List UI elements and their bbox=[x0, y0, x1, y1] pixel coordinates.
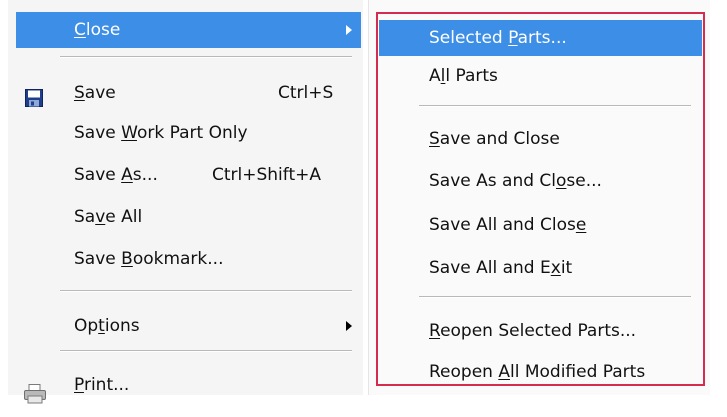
submenu-item-save-all-and-exit[interactable]: Save All and Exit bbox=[379, 250, 702, 286]
menu-separator bbox=[419, 105, 691, 107]
menu-separator bbox=[419, 296, 691, 298]
submenu-item-save-as-and-close[interactable]: Save As and Close... bbox=[379, 163, 702, 199]
submenu-item-save-all-and-close[interactable]: Save All and Close bbox=[379, 207, 702, 243]
submenu-item-save-and-close-label: Save and Close bbox=[429, 129, 560, 149]
submenu-item-selected-parts[interactable]: Selected Parts... bbox=[379, 20, 702, 56]
submenu-item-save-as-and-close-label: Save As and Close... bbox=[429, 171, 602, 191]
submenu-item-selected-parts-label: Selected Parts... bbox=[429, 28, 567, 48]
menu-item-save[interactable]: Save Ctrl+S bbox=[16, 75, 361, 111]
close-submenu: Selected Parts... All Parts Save and Clo… bbox=[368, 0, 710, 395]
submenu-item-save-and-close[interactable]: Save and Close bbox=[379, 121, 702, 157]
submenu-item-reopen-selected-parts-label: Reopen Selected Parts... bbox=[429, 321, 637, 341]
menu-item-options[interactable]: Options bbox=[16, 308, 361, 344]
menu-item-save-as-label: Save As... bbox=[74, 165, 158, 185]
menu-item-close-label: Close bbox=[74, 20, 121, 40]
menu-item-close[interactable]: Close bbox=[16, 12, 361, 48]
menu-separator bbox=[60, 350, 352, 352]
menu-item-save-work-part-only-label: Save Work Part Only bbox=[74, 123, 248, 143]
submenu-arrow-icon bbox=[346, 25, 352, 35]
menu-item-save-bookmark[interactable]: Save Bookmark... bbox=[16, 241, 361, 277]
submenu-arrow-icon bbox=[346, 321, 352, 331]
shortcut-save: Ctrl+S bbox=[278, 83, 334, 103]
menu-item-save-bookmark-label: Save Bookmark... bbox=[74, 249, 224, 269]
submenu-item-reopen-all-modified-parts[interactable]: Reopen All Modified Parts bbox=[379, 354, 702, 390]
submenu-item-reopen-all-modified-parts-label: Reopen All Modified Parts bbox=[429, 362, 646, 382]
menu-separator bbox=[60, 290, 352, 292]
menu-item-options-label: Options bbox=[74, 316, 140, 336]
menu-item-print-label: Print... bbox=[74, 375, 130, 395]
printer-icon bbox=[23, 381, 47, 417]
menu-item-save-as[interactable]: Save As... Ctrl+Shift+A bbox=[16, 157, 361, 193]
menu-separator bbox=[60, 56, 352, 58]
menu-item-save-label: Save bbox=[74, 83, 116, 103]
submenu-item-save-all-and-close-label: Save All and Close bbox=[429, 215, 587, 235]
menu-item-save-all[interactable]: Save All bbox=[16, 199, 361, 235]
menu-item-save-all-label: Save All bbox=[74, 207, 143, 227]
menu-item-print[interactable]: Print... bbox=[16, 365, 361, 404]
shortcut-save-as: Ctrl+Shift+A bbox=[212, 165, 322, 185]
submenu-item-all-parts-label: All Parts bbox=[429, 66, 498, 86]
submenu-item-reopen-selected-parts[interactable]: Reopen Selected Parts... bbox=[379, 313, 702, 349]
submenu-item-all-parts[interactable]: All Parts bbox=[379, 58, 702, 94]
submenu-item-save-all-and-exit-label: Save All and Exit bbox=[429, 258, 573, 278]
menu-item-save-work-part-only[interactable]: Save Work Part Only bbox=[16, 115, 361, 151]
file-menu: Close Save Ctrl+S Save Work Part Only Sa… bbox=[8, 0, 363, 404]
